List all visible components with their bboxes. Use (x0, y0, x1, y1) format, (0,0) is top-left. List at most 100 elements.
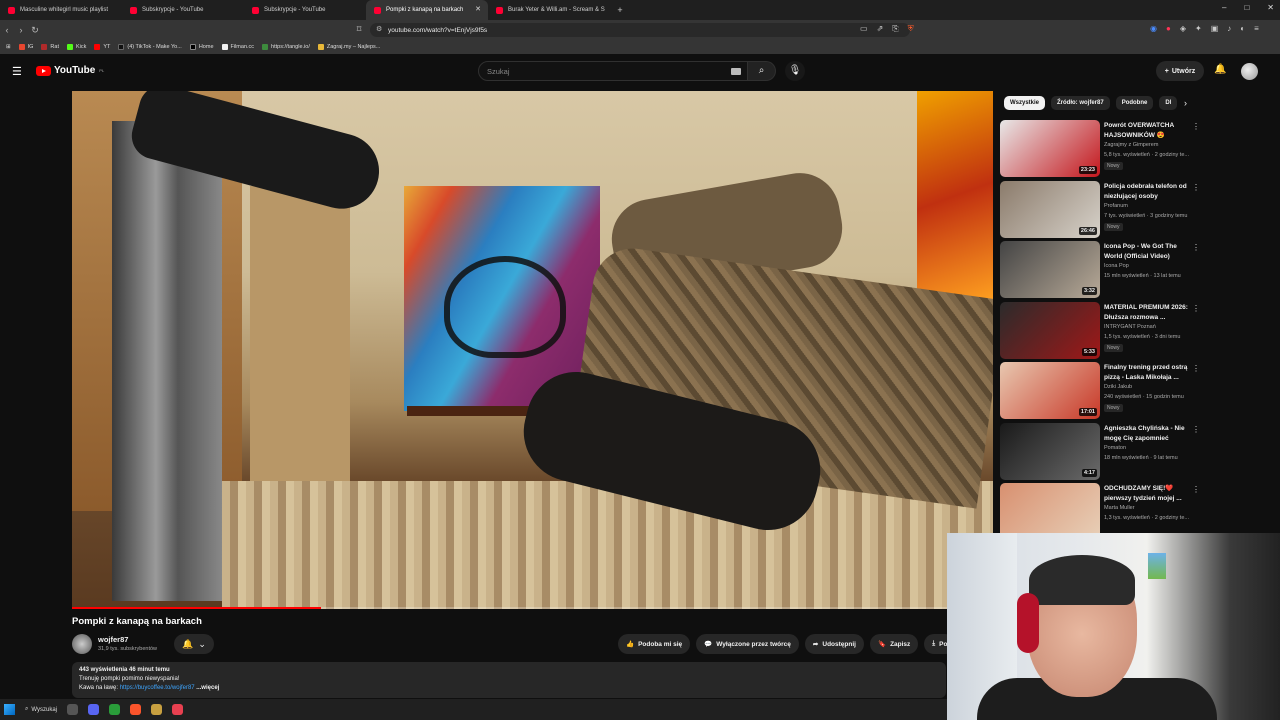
browser-tab[interactable]: Subskrypcje - YouTube (244, 0, 366, 20)
recommendation-channel[interactable]: Dziki Jakub (1104, 384, 1132, 390)
file-explorer-icon[interactable] (67, 704, 78, 715)
more-options-icon[interactable]: ⋮ (1192, 243, 1200, 252)
browser-tab[interactable]: Burak Yeter & Willi.am - Scream & S (488, 0, 610, 20)
voice-search-button[interactable]: 🎙 (785, 61, 805, 81)
video-thumbnail[interactable]: 23:23 (1000, 120, 1100, 177)
video-thumbnail[interactable] (1000, 483, 1100, 540)
browser-tab[interactable]: Subskrypcje - YouTube (122, 0, 244, 20)
channel-name[interactable]: wojfer87 (98, 635, 128, 644)
browser-tab-active[interactable]: Pompki z kanapą na barkach ✕ (366, 0, 488, 20)
more-options-icon[interactable]: ⋮ (1192, 122, 1200, 131)
share-button[interactable]: ➦ Udostępnij (804, 634, 864, 654)
video-thumbnail[interactable]: 5:33 (1000, 302, 1100, 359)
chip-more[interactable]: Dl (1159, 96, 1178, 110)
wallet-icon[interactable]: ◐ (1240, 24, 1245, 33)
menu-icon[interactable]: ≡ (1254, 24, 1259, 33)
video-thumbnail[interactable]: 4:17 (1000, 423, 1100, 480)
apps-grid-icon[interactable]: ⊞ (6, 44, 11, 50)
maximize-button[interactable]: □ (1244, 3, 1249, 12)
discord-icon[interactable] (88, 704, 99, 715)
chevron-right-icon[interactable]: › (1184, 98, 1187, 108)
bookmark-item[interactable]: Kick (66, 44, 86, 50)
like-button[interactable]: 👍 Podoba mi się (618, 634, 691, 654)
bookmark-item[interactable]: (4) TikTok - Make Yo... (118, 44, 182, 50)
bookmark-item[interactable]: IG (18, 44, 33, 50)
recommendation-item[interactable]: 5:33 MATERIAL PREMIUM 2026: Dłuższa rozmo… (1000, 302, 1200, 359)
extension-icon[interactable]: ● (1166, 24, 1171, 33)
chip-related[interactable]: Podobne (1115, 96, 1154, 110)
music-icon[interactable]: ♪ (1227, 24, 1231, 33)
app-icon[interactable] (151, 704, 162, 715)
brave-icon[interactable] (130, 704, 141, 715)
recommendation-item[interactable]: 17:01 Finalny trening przed ostrą pizzą -… (1000, 362, 1200, 419)
keyboard-icon[interactable] (731, 68, 741, 75)
search-input[interactable]: Szukaj (478, 61, 748, 81)
forward-arrow-icon[interactable]: › (14, 25, 28, 35)
puzzle-icon[interactable]: ✦ (1195, 24, 1202, 33)
extension-icon[interactable]: ◈ (1180, 24, 1186, 33)
recommendation-item[interactable]: 26:46 Policja odebrała telefon od niezłuj… (1000, 181, 1200, 238)
recommendation-title[interactable]: Powrót OVERWATCHA HAJSOWNIKÓW 😍 (1104, 121, 1192, 140)
app-icon[interactable] (172, 704, 183, 715)
chip-from-channel[interactable]: Źródło: wojfer87 (1051, 96, 1110, 110)
recommendation-item[interactable]: 4:17 Agnieszka Chylińska - Nie mogę Cię z… (1000, 423, 1200, 480)
recommendation-channel[interactable]: Zagrajmy z Gimperem (1104, 142, 1158, 148)
recommendation-channel[interactable]: Pomaton (1104, 445, 1126, 451)
bookmark-item[interactable]: Rat (41, 44, 59, 50)
extension-icon[interactable]: ◉ (1150, 24, 1157, 33)
subscription-bell-button[interactable]: 🔔 ⌄ (174, 634, 214, 654)
recommendation-channel[interactable]: Icona Pop (1104, 263, 1129, 269)
more-options-icon[interactable]: ⋮ (1192, 485, 1200, 494)
brave-shield-icon[interactable]: ⛨ (908, 24, 914, 34)
comments-button[interactable]: 💬 Wyłączone przez twórcę (696, 634, 799, 654)
new-tab-button[interactable]: + (610, 5, 630, 15)
search-button[interactable]: ⌕ (748, 61, 776, 81)
browser-tab[interactable]: Masculine whitegirl music playlist (0, 0, 122, 20)
account-avatar[interactable] (1241, 63, 1258, 80)
windows-start-icon[interactable] (4, 704, 15, 715)
show-more-button[interactable]: ...więcej (195, 685, 219, 691)
site-info-icon[interactable]: ⚙ (376, 25, 382, 33)
recommendation-item[interactable]: 3:32 Icona Pop - We Got The World (Offici… (1000, 241, 1200, 298)
youtube-logo[interactable]: YouTube PL (36, 65, 104, 76)
video-description[interactable]: 443 wyświetlenia 46 minut temu Trenuję p… (72, 662, 946, 698)
bookmark-item[interactable]: https://tangle.io/ (262, 44, 310, 50)
video-thumbnail[interactable]: 17:01 (1000, 362, 1100, 419)
cast-icon[interactable]: ▭ (860, 24, 868, 34)
copy-link-icon[interactable]: ⎘ (892, 24, 898, 34)
video-thumbnail[interactable]: 26:46 (1000, 181, 1100, 238)
recommendation-channel[interactable]: INTRYGANT Poznań (1104, 324, 1156, 330)
back-arrow-icon[interactable]: ‹ (0, 25, 14, 35)
recommendation-title[interactable]: MATERIAL PREMIUM 2026: Dłuższa rozmowa .… (1104, 303, 1192, 322)
hamburger-menu-icon[interactable]: ☰ (12, 65, 22, 78)
video-player[interactable] (72, 91, 993, 609)
chrome-icon[interactable] (109, 704, 120, 715)
bookmark-item[interactable]: Zagraj.my – Najleps... (317, 44, 380, 50)
video-progress-bar[interactable] (72, 607, 993, 609)
reload-icon[interactable]: ↻ (28, 25, 42, 36)
share-icon[interactable]: ⇗ (877, 24, 884, 34)
close-window-button[interactable]: ✕ (1267, 3, 1274, 12)
chip-all[interactable]: Wszystkie (1004, 96, 1046, 110)
video-thumbnail[interactable]: 3:32 (1000, 241, 1100, 298)
recommendation-channel[interactable]: Marta Muller (1104, 505, 1135, 511)
notifications-bell-icon[interactable]: 🔔 (1214, 64, 1226, 75)
bookmark-item[interactable]: Filman.cc (221, 44, 254, 50)
recommendation-title[interactable]: ODCHUDZAMY SIĘ!❤️ pierwszy tydzień mojej… (1104, 484, 1192, 503)
recommendation-item[interactable]: ODCHUDZAMY SIĘ!❤️ pierwszy tydzień mojej… (1000, 483, 1200, 540)
url-field[interactable]: ⚙ youtube.com/watch?v=tEnjVjs9f5s (370, 23, 910, 37)
bookmark-icon[interactable]: ⌑ (352, 24, 366, 35)
more-options-icon[interactable]: ⋮ (1192, 183, 1200, 192)
bookmark-item[interactable]: YT (94, 44, 110, 50)
recommendation-title[interactable]: Policja odebrała telefon od niezłującej … (1104, 182, 1192, 201)
create-button[interactable]: + Utwórz (1156, 61, 1204, 81)
save-button[interactable]: 🔖 Zapisz (869, 634, 919, 654)
description-link[interactable]: https://buycoffee.to/wojfer87 (120, 685, 195, 691)
close-tab-icon[interactable]: ✕ (475, 5, 481, 13)
channel-avatar[interactable] (72, 634, 92, 654)
recommendation-item[interactable]: 23:23 Powrót OVERWATCHA HAJSOWNIKÓW 😍 Zagr… (1000, 120, 1200, 177)
taskbar-search[interactable]: ⌕ Wyszukaj (25, 706, 57, 713)
recommendation-title[interactable]: Finalny trening przed ostrą pizzą - Lask… (1104, 363, 1192, 382)
more-options-icon[interactable]: ⋮ (1192, 364, 1200, 373)
recommendation-channel[interactable]: Profanum (1104, 203, 1128, 209)
